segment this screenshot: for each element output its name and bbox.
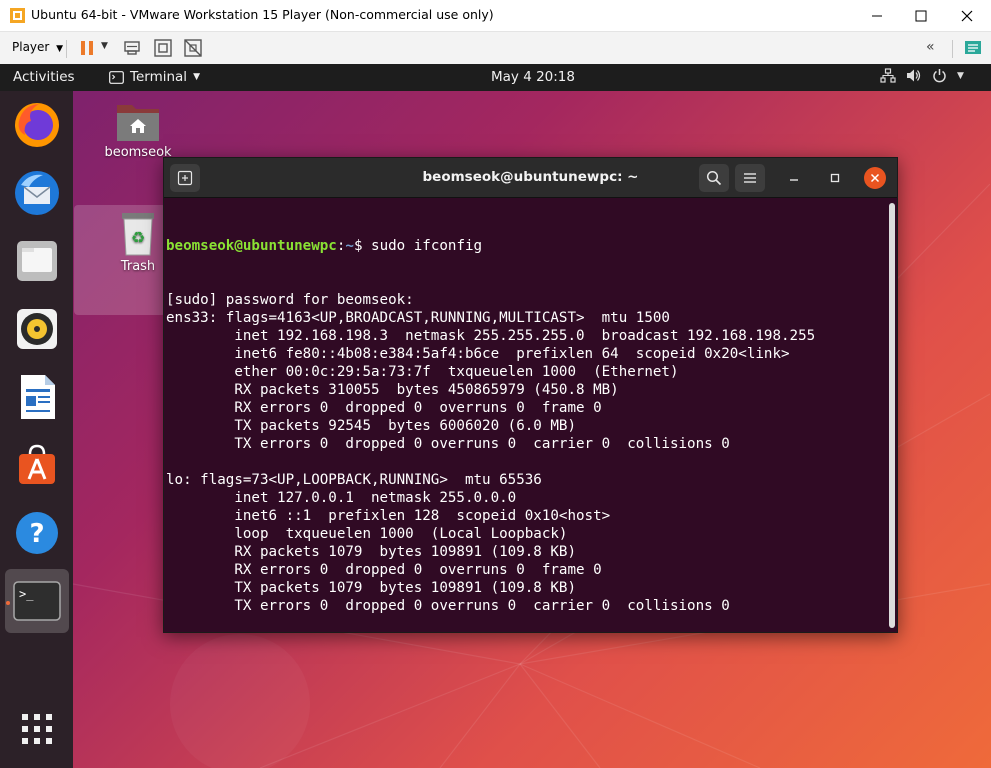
activities-button[interactable]: Activities [13,69,75,85]
terminal-scrollbar[interactable] [889,203,895,628]
search-icon [706,170,722,186]
software-icon [19,444,55,484]
output-line: RX errors 0 dropped 0 overruns 0 frame 0 [166,400,602,416]
desktop-home-folder[interactable]: beomseok [94,99,182,160]
output-line: loop txqueuelen 1000 (Local Loopback) [166,526,568,542]
dock-libreoffice-writer[interactable] [5,365,69,429]
show-applications-button[interactable] [5,697,69,761]
vmware-titlebar: Ubuntu 64-bit - VMware Workstation 15 Pl… [0,0,991,31]
chevron-down-icon: ▼ [56,44,64,54]
maximize-icon [915,10,927,21]
fit-guest-icon[interactable] [153,38,173,58]
dock-help[interactable]: ? [5,501,69,565]
prompt-user: beomseok@ubuntunewpc [166,238,337,254]
hamburger-menu-icon [744,173,756,183]
dock-rhythmbox[interactable] [5,297,69,361]
network-icon [880,68,896,83]
volume-icon [907,69,921,82]
terminal-minimize-button[interactable] [784,168,804,188]
dock-firefox[interactable] [5,93,69,157]
trash-icon: ♻ [122,213,154,256]
vmware-toolbar: Player ▼ ▼ « [0,31,991,64]
terminal-small-icon [109,70,124,84]
output-line: TX packets 1079 bytes 109891 (109.8 KB) [166,580,576,596]
chevron-down-icon: ▼ [193,72,200,82]
output-line: TX packets 92545 bytes 6006020 (6.0 MB) [166,418,576,434]
send-ctrl-alt-del-icon[interactable] [122,38,142,58]
toolbar-divider [952,40,953,58]
unity-icon[interactable] [183,38,203,58]
output-line: lo: flags=73<UP,LOOPBACK,RUNNING> mtu 65… [166,472,542,488]
pause-icon[interactable] [77,38,97,58]
minimize-button[interactable] [854,0,900,31]
prompt-path: ~ [345,238,354,254]
output-line: RX errors 0 dropped 0 overruns 0 frame 0 [166,562,602,578]
dock-files[interactable] [5,229,69,293]
output-line: ens33: flags=4163<UP,BROADCAST,RUNNING,M… [166,310,670,326]
minimize-icon [790,179,798,181]
pause-dropdown-icon[interactable]: ▼ [101,41,121,61]
output-line: inet 192.168.198.3 netmask 255.255.255.0… [166,328,816,344]
output-line: inet6 fe80::4b08:e384:5af4:b6ce prefixle… [166,346,790,362]
minimize-icon [872,15,882,16]
app-menu-label: Terminal [130,69,188,85]
close-icon [870,173,880,183]
message-log-icon[interactable] [963,38,983,58]
terminal-headerbar: beomseok@ubuntunewpc: ~ [164,158,897,198]
toolbar-divider [66,40,67,58]
output-line: RX packets 1079 bytes 109891 (109.8 KB) [166,544,576,560]
svg-text:♻: ♻ [131,228,145,247]
close-button[interactable] [944,0,990,31]
close-icon [961,10,973,21]
output-line: RX packets 310055 bytes 450865979 (450.8… [166,382,619,398]
svg-text:>_: >_ [19,587,34,601]
maximize-icon [830,173,840,183]
hamburger-menu-button[interactable] [735,164,765,192]
rhythmbox-icon [17,309,57,349]
home-folder-icon [117,105,159,141]
dock: ? >_ [0,91,73,768]
dock-thunderbird[interactable] [5,161,69,225]
output-line: TX errors 0 dropped 0 overruns 0 carrier… [166,598,730,614]
firefox-icon [15,103,59,147]
terminal-content[interactable]: beomseok@ubuntunewpc:~$ sudo ifconfig [s… [164,199,888,632]
collapse-toolbar-icon[interactable]: « [926,39,946,59]
output-line: [sudo] password for beomseok: [166,292,414,308]
terminal-close-button[interactable] [864,167,886,189]
search-button[interactable] [699,164,729,192]
menu-arrow-icon: ▼ [957,70,964,81]
dock-terminal[interactable]: >_ [5,569,69,633]
clock[interactable]: May 4 20:18 [491,69,575,85]
command-line: beomseok@ubuntunewpc:~$ sudo ifconfig [166,237,888,255]
thunderbird-icon [15,171,59,215]
power-icon [933,69,946,83]
dock-ubuntu-software[interactable] [5,433,69,497]
window-title: Ubuntu 64-bit - VMware Workstation 15 Pl… [31,7,494,22]
output-line: ether 00:0c:29:5a:73:7f txqueuelen 1000 … [166,364,679,380]
gnome-topbar: Activities Terminal ▼ May 4 20:18 ▼ [0,64,991,91]
running-indicator [6,601,10,605]
writer-icon [21,375,55,419]
files-icon [17,241,57,281]
system-tray[interactable]: ▼ [880,68,964,83]
vmware-app-icon [10,8,25,23]
command-output: [sudo] password for beomseok: ens33: flag… [166,291,888,632]
output-line: inet 127.0.0.1 netmask 255.0.0.0 [166,490,517,506]
terminal-window: beomseok@ubuntunewpc: ~ beomseok@ubuntun… [163,157,898,633]
prompt-dollar: $ [353,238,372,254]
player-menu-label: Player [12,40,50,54]
terminal-maximize-button[interactable] [825,168,845,188]
help-icon: ? [16,512,58,554]
terminal-icon: >_ [13,581,61,621]
player-menu[interactable]: Player ▼ [12,40,63,54]
app-grid-icon [22,714,52,744]
output-line: TX errors 0 dropped 0 overruns 0 carrier… [166,436,730,452]
output-line: inet6 ::1 prefixlen 128 scopeid 0x10<hos… [166,508,611,524]
maximize-button[interactable] [898,0,944,31]
app-menu[interactable]: Terminal ▼ [109,69,200,85]
svg-text:?: ? [29,519,44,549]
command-text: sudo ifconfig [371,238,483,254]
